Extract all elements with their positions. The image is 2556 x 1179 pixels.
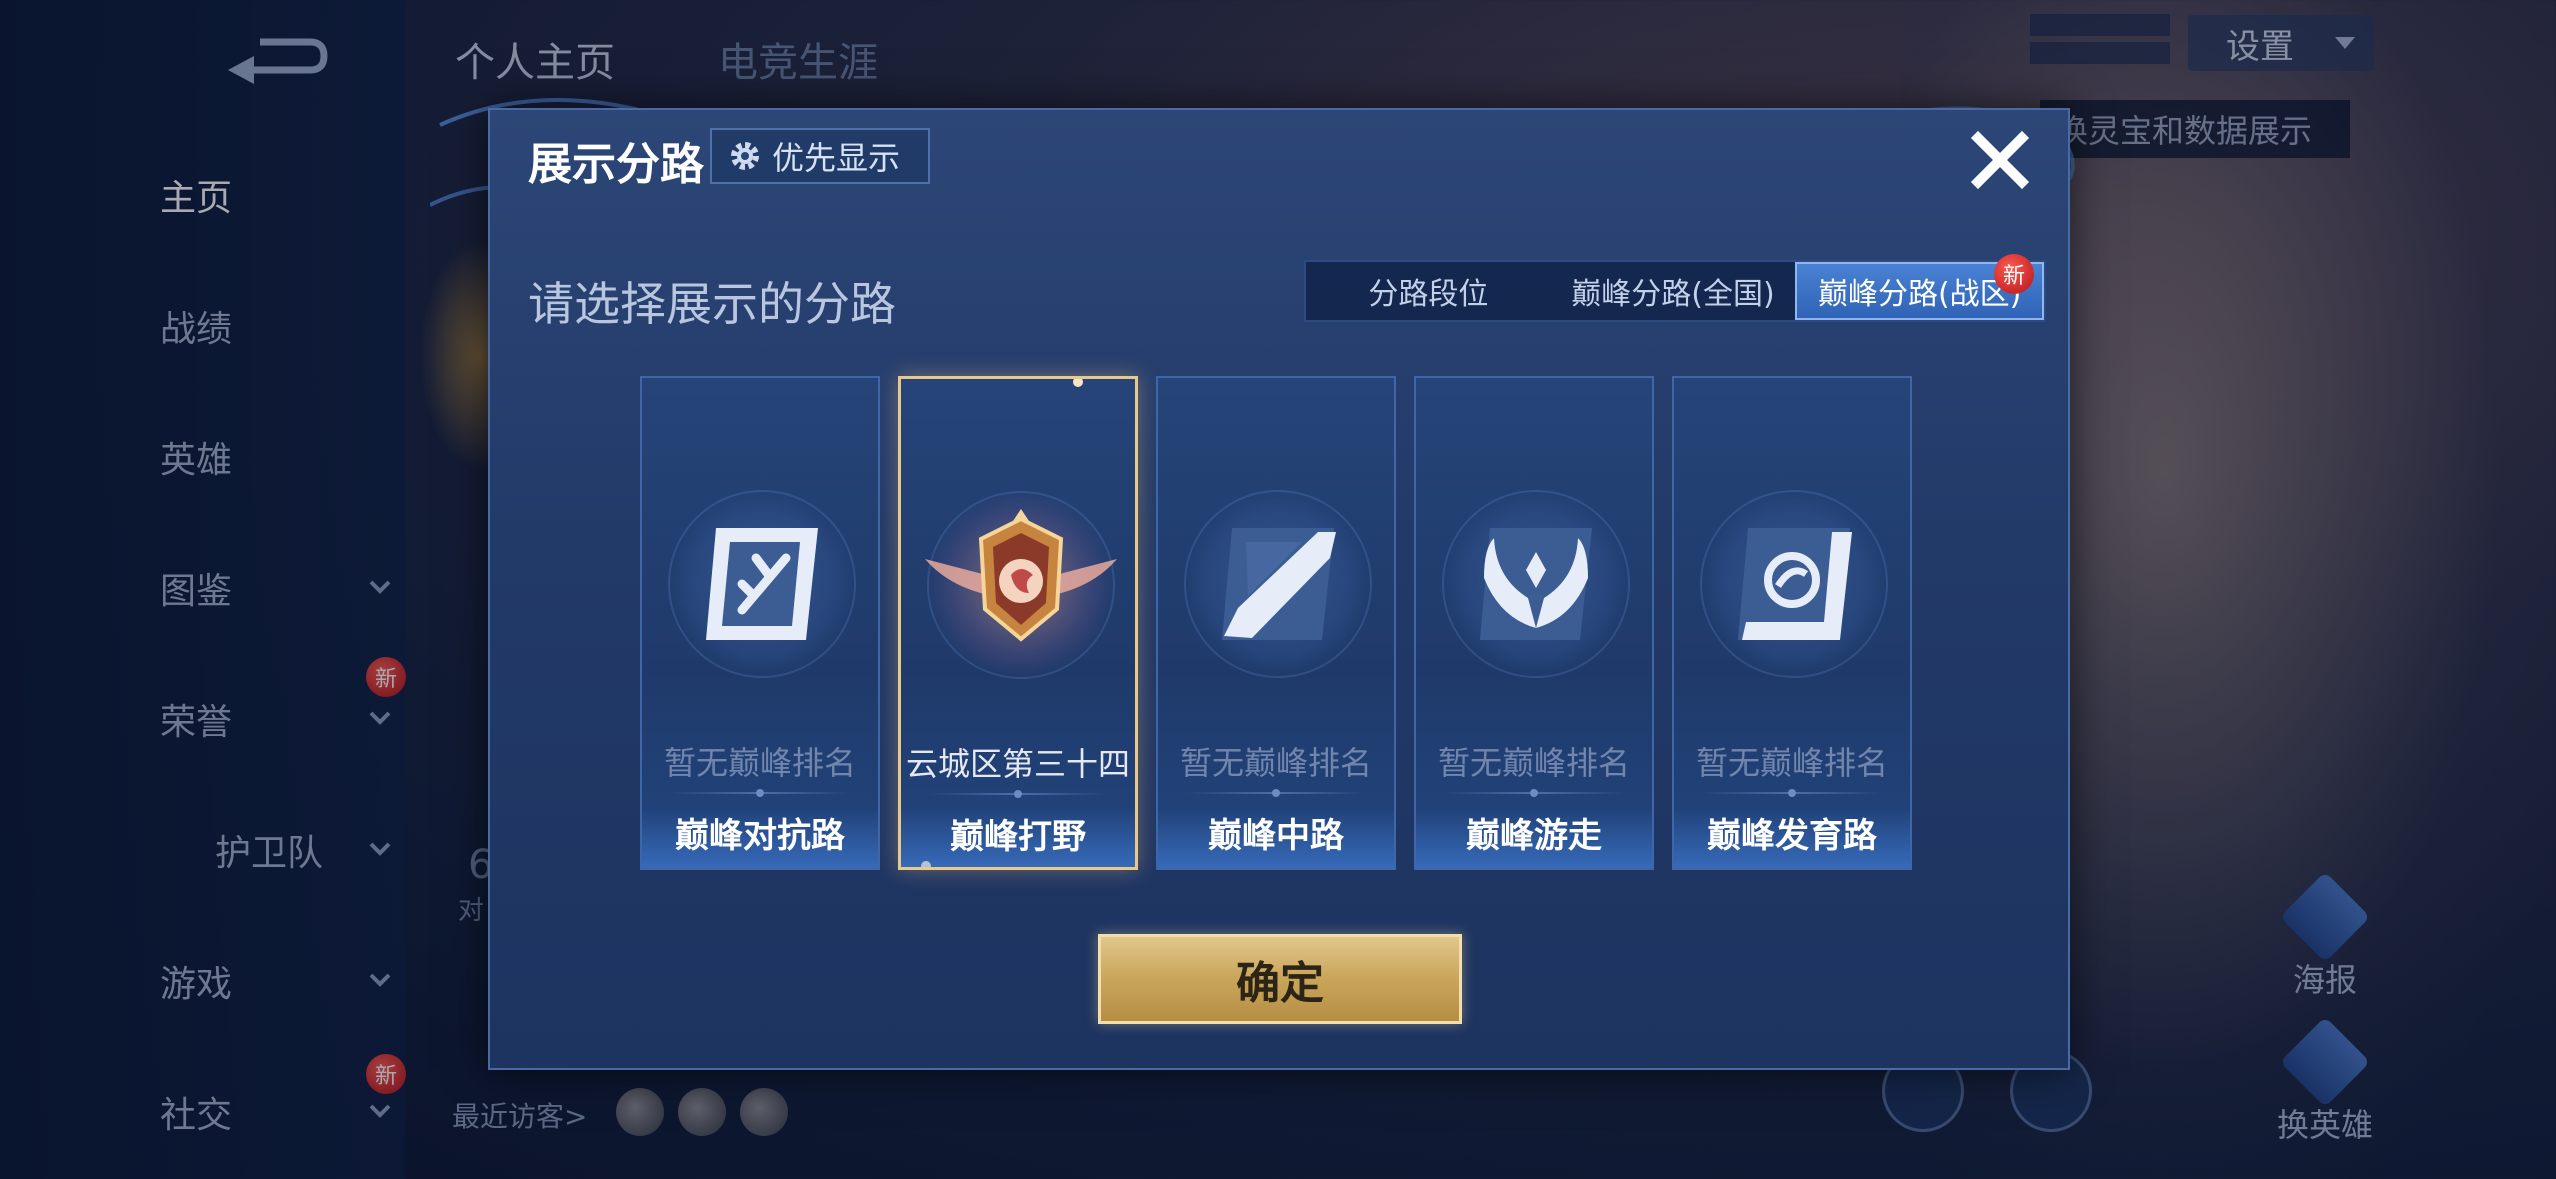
confirm-button[interactable]: 确定 (1098, 934, 1462, 1024)
lane-name: 巅峰打野 (950, 817, 1086, 857)
lane-name: 巅峰发育路 (1707, 816, 1877, 856)
priority-label: 优先显示 (772, 139, 901, 177)
jungle-emblem-icon (925, 509, 1117, 642)
rank-text: 暂无巅峰排名 (1179, 744, 1372, 782)
rank-text: 暂无巅峰排名 (1437, 744, 1630, 782)
lane-name: 巅峰对抗路 (675, 816, 845, 856)
divider (1186, 789, 1366, 797)
rank-text: 暂无巅峰排名 (1695, 744, 1888, 782)
lane-card-list: 暂无巅峰排名 巅峰对抗路 云城区第三十四 巅峰打野 暂无巅峰排名 巅峰中路 暂无… (640, 376, 1912, 870)
corner-dot (921, 861, 931, 867)
close-icon[interactable] (1968, 128, 2032, 192)
lane-card-farm[interactable]: 暂无巅峰排名 巅峰发育路 (1672, 376, 1912, 870)
corner-dot (1073, 379, 1083, 387)
clash-lane-icon (706, 528, 818, 640)
lane-card-mid[interactable]: 暂无巅峰排名 巅峰中路 (1156, 376, 1396, 870)
farm-lane-icon (1738, 528, 1852, 640)
priority-display-button[interactable]: 优先显示 (710, 128, 930, 184)
rank-text: 云城区第三十四 (905, 745, 1130, 783)
gear-icon (731, 142, 759, 170)
confirm-label: 确定 (1236, 958, 1324, 1009)
segment-label: 分路段位 (1368, 277, 1489, 312)
lane-card-clash[interactable]: 暂无巅峰排名 巅峰对抗路 (640, 376, 880, 870)
segment-peak-region[interactable]: 巅峰分路(战区) 新 (1795, 254, 2045, 320)
dialog-title: 展示分路 (528, 139, 704, 190)
lane-card-roam[interactable]: 暂无巅峰排名 巅峰游走 (1414, 376, 1654, 870)
rank-text: 暂无巅峰排名 (663, 744, 856, 782)
segment-peak-national[interactable]: 巅峰分路(全国) (1551, 262, 1796, 320)
lane-card-jungle[interactable]: 云城区第三十四 巅峰打野 (898, 376, 1138, 870)
segment-label: 巅峰分路(战区) (1817, 277, 2022, 312)
divider (670, 789, 850, 797)
segment-lane-rank[interactable]: 分路段位 (1306, 262, 1551, 320)
lane-name: 巅峰中路 (1208, 816, 1344, 856)
lane-name: 巅峰游走 (1466, 816, 1602, 856)
divider (1702, 789, 1882, 797)
mid-lane-icon (1222, 528, 1336, 640)
dialog-subtitle: 请选择展示的分路 (528, 277, 896, 331)
roam-icon (1480, 528, 1592, 640)
lane-display-dialog: 展示分路 优先显示 请选择展示的分路 分路段位 巅峰分路(全国) 巅峰分路(战区… (488, 108, 2070, 1070)
divider (1444, 789, 1624, 797)
new-badge: 新 (1994, 254, 2035, 294)
divider (929, 790, 1107, 798)
segment-label: 巅峰分路(全国) (1571, 277, 1775, 312)
lane-type-segmented-control: 分路段位 巅峰分路(全国) 巅峰分路(战区) 新 (1304, 254, 2046, 322)
